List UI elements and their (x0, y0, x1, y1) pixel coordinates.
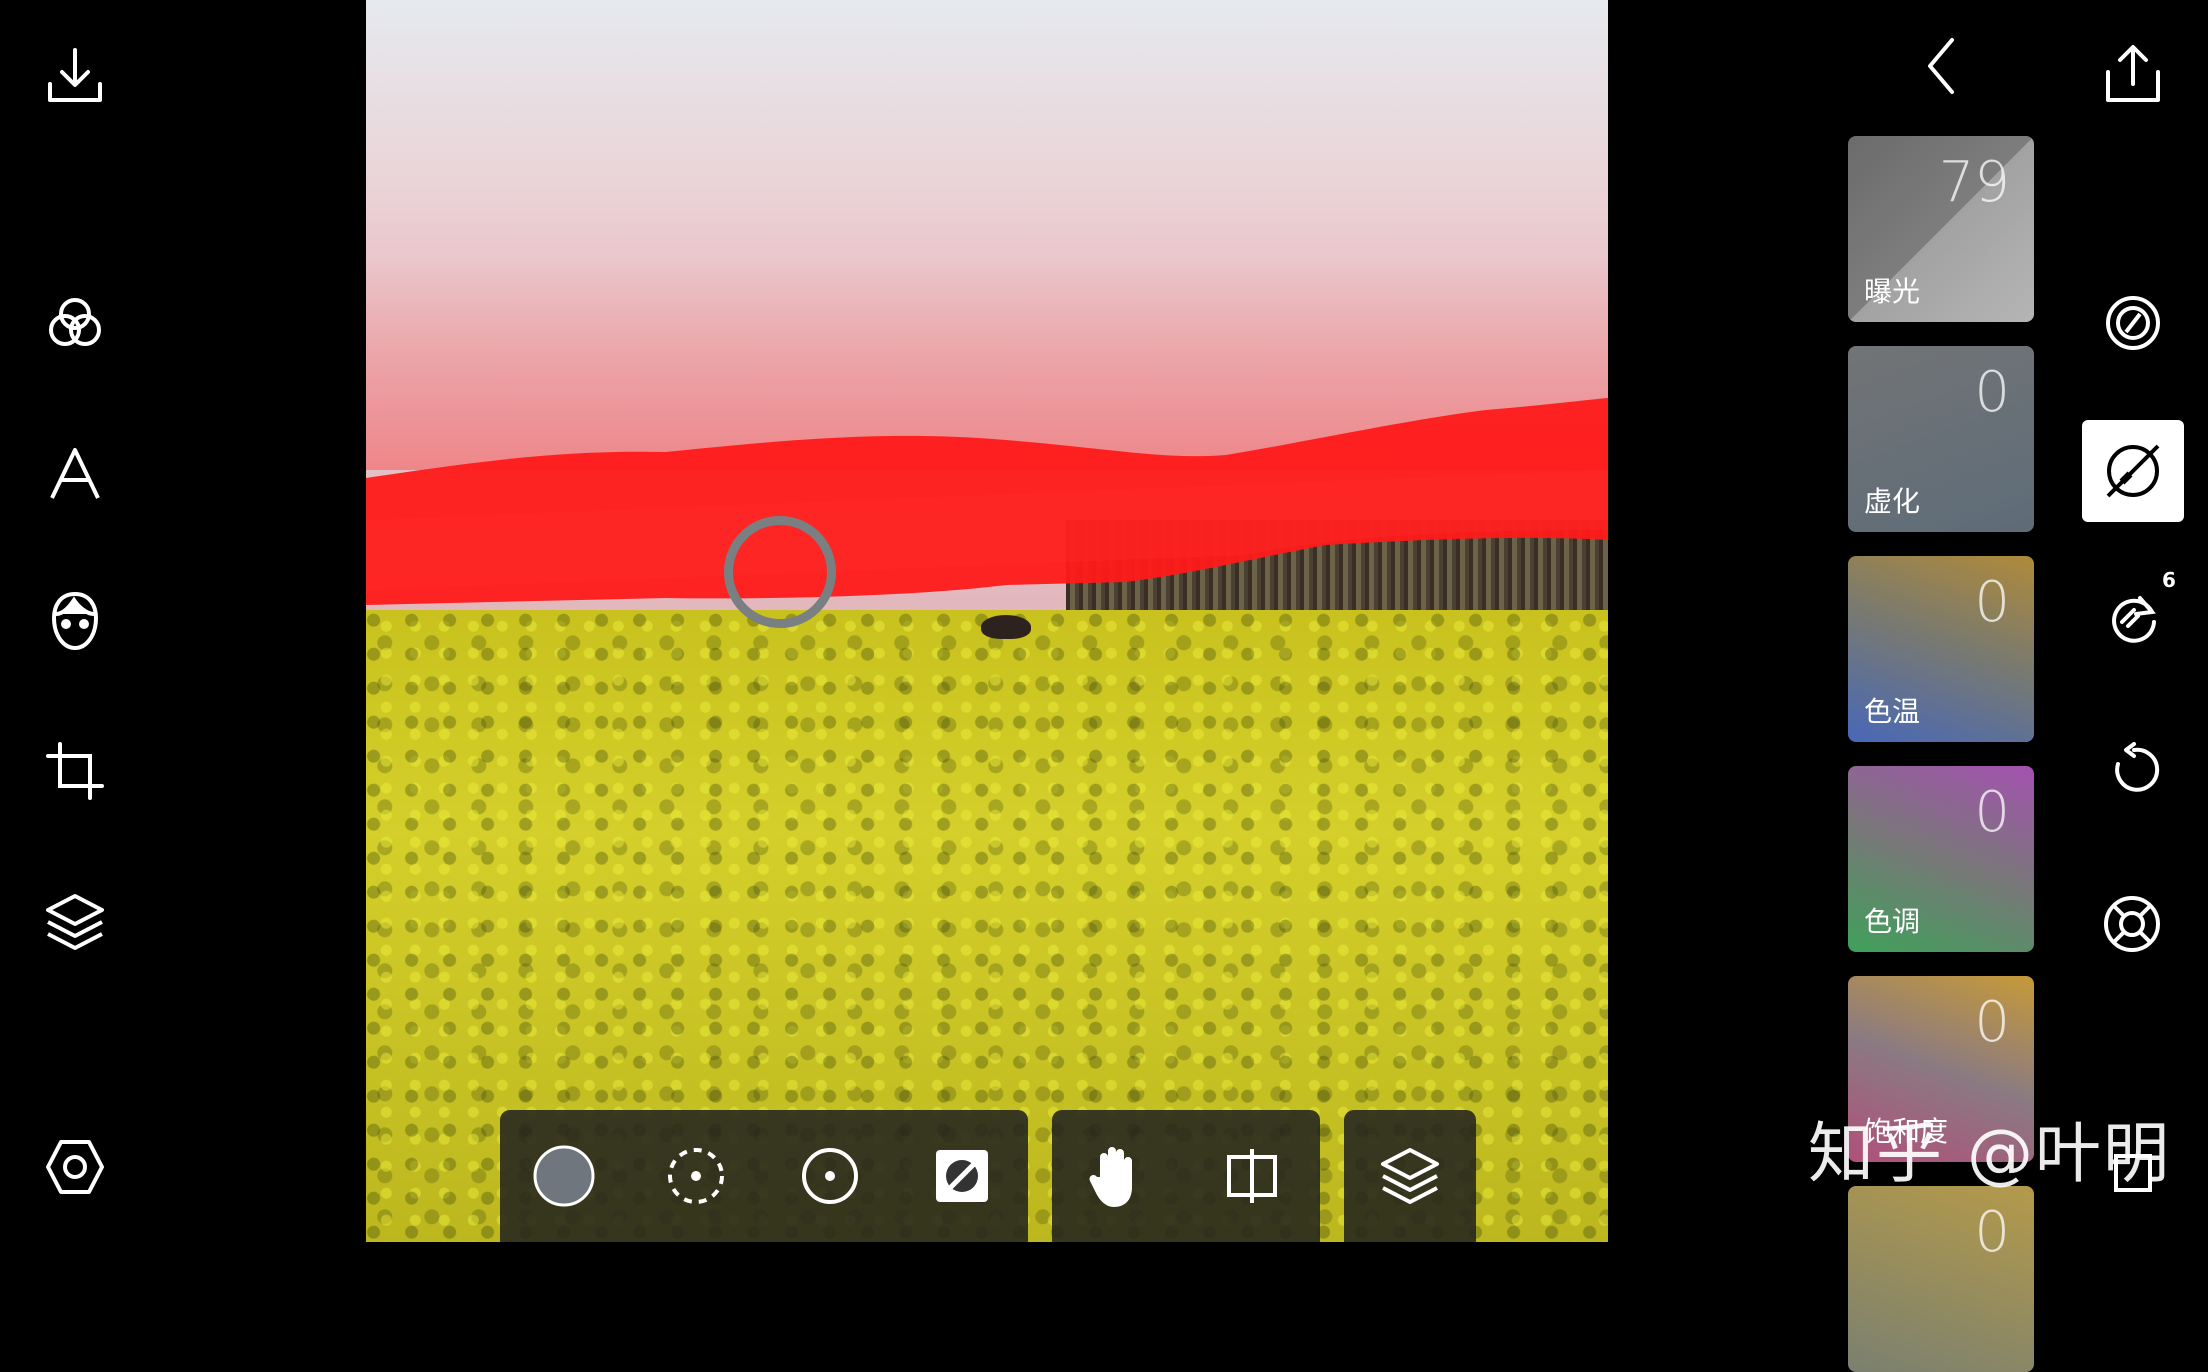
watermark-text: 知乎 @叶明 (1808, 1115, 2171, 1192)
adjustment-value: 0 (1974, 570, 2010, 635)
dashed-selection-icon[interactable] (648, 1110, 744, 1242)
adjustment-label: 虚化 (1864, 485, 1921, 518)
filters-icon[interactable] (44, 292, 106, 354)
help-lifebuoy-icon[interactable] (2102, 894, 2162, 954)
brush-color-icon[interactable] (516, 1110, 612, 1242)
brush-cursor-ring[interactable] (724, 516, 836, 628)
text-icon[interactable] (46, 444, 104, 502)
mask-layers-icon[interactable] (1362, 1110, 1458, 1242)
download-icon[interactable] (44, 44, 106, 106)
adjustment-label: 曝光 (1864, 275, 1921, 308)
selection-mask-overlay (366, 0, 1608, 605)
adjustment-card-blur[interactable]: 0 虚化 (1848, 346, 2034, 532)
radial-select-icon[interactable] (782, 1110, 878, 1242)
pan-hand-icon[interactable] (1070, 1110, 1166, 1242)
adjustment-value: 0 (1974, 780, 2010, 845)
settings-icon[interactable] (44, 1136, 106, 1198)
back-chevron-icon[interactable] (1922, 36, 1962, 96)
adjustment-card-next[interactable]: 0 (1848, 1186, 2034, 1372)
mask-tools-toolbar (500, 1110, 1028, 1242)
adjustment-label: 色温 (1864, 695, 1921, 728)
photo-canvas[interactable] (366, 0, 1608, 1242)
adjustment-card-exposure[interactable]: 79 曝光 (1848, 136, 2034, 322)
layers-icon[interactable] (44, 892, 106, 952)
share-export-icon[interactable] (2102, 42, 2164, 104)
compare-split-icon[interactable] (1204, 1110, 1300, 1242)
selective-edit-count-badge: 1 (2166, 418, 2180, 442)
redo-icon[interactable] (2106, 590, 2162, 646)
adjustment-card-tint[interactable]: 0 色调 (1848, 766, 2034, 952)
adjustment-card-temperature[interactable]: 0 色温 (1848, 556, 2034, 742)
adjustment-value: 0 (1974, 990, 2010, 1055)
crop-icon[interactable] (44, 740, 106, 802)
lens-blur-icon[interactable] (2104, 294, 2162, 352)
undo-icon[interactable] (2106, 742, 2162, 798)
adjustment-label: 色调 (1864, 905, 1921, 938)
mask-layers-toolbar (1344, 1110, 1476, 1242)
view-tools-toolbar (1052, 1110, 1320, 1242)
redo-count-badge: 6 (2162, 568, 2176, 592)
adjustment-value: 79 (1938, 150, 2010, 215)
invert-mask-icon[interactable] (914, 1110, 1010, 1242)
face-icon[interactable] (50, 590, 100, 652)
adjustment-value: 0 (1974, 1200, 2010, 1265)
adjustment-value: 0 (1974, 360, 2010, 425)
